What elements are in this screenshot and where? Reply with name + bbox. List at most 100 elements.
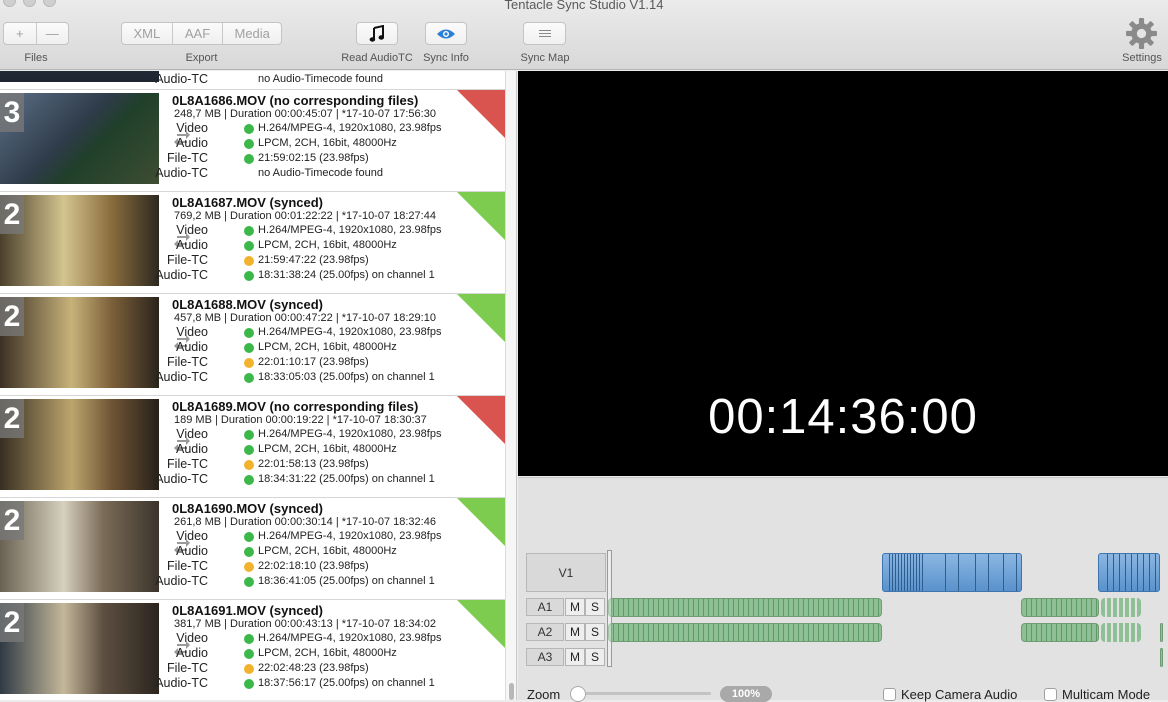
clip-title: 0L8A1688.MOV (synced) <box>172 297 324 312</box>
scrollbar-thumb[interactable] <box>509 683 514 700</box>
clip-meta: 457,8 MB | Duration 00:00:47:22 | *17-10… <box>174 312 436 324</box>
sync-info-button[interactable] <box>425 22 467 45</box>
clip-count-badge: 2 <box>0 501 24 540</box>
files-segmented-control: + — <box>3 22 69 45</box>
track-a1-header[interactable]: A1 <box>526 598 564 616</box>
file-tc-row: File-TC 22:01:58:13 (23.98fps) <box>167 457 369 471</box>
audio-row: Audio LPCM, 2CH, 16bit, 48000Hz <box>176 136 397 150</box>
clip-item-partial[interactable]: Audio-TC no Audio-Timecode found <box>0 71 505 90</box>
timeline-playhead[interactable] <box>607 550 612 667</box>
sync-status-corner <box>457 396 505 444</box>
status-dot <box>244 154 254 164</box>
clip-title: 0L8A1689.MOV (no corresponding files) <box>172 399 419 414</box>
sync-status-corner <box>457 600 505 648</box>
clip-item[interactable]: 2 0L8A1690.MOV (synced) 261,8 MB | Durat… <box>0 498 505 600</box>
export-segmented-control: XML AAF Media <box>121 22 282 45</box>
video-row: Video H.264/MPEG-4, 1920x1080, 23.98fps <box>176 121 442 135</box>
file-tc-row: File-TC 22:02:18:10 (23.98fps) <box>167 559 369 573</box>
clip-item[interactable]: 2 0L8A1687.MOV (synced) 769,2 MB | Durat… <box>0 192 505 294</box>
clip-meta: 769,2 MB | Duration 00:01:22:22 | *17-10… <box>174 210 436 222</box>
remove-file-button[interactable]: — <box>37 23 69 44</box>
files-label: Files <box>24 52 48 64</box>
audio-row: Audio LPCM, 2CH, 16bit, 48000Hz <box>176 238 397 252</box>
status-dot <box>244 460 254 470</box>
clip-count-badge: 2 <box>0 399 24 438</box>
zoom-slider-track[interactable] <box>571 692 711 695</box>
sync-map-button[interactable] <box>523 22 566 45</box>
toolbar: Tentacle Sync Studio V1.14 + — Files XML… <box>0 0 1168 70</box>
sync-map-label: Sync Map <box>520 52 570 64</box>
clip-thumbnail: 2 <box>0 195 159 286</box>
clip-item[interactable]: 2 0L8A1689.MOV (no corresponding files) … <box>0 396 505 498</box>
clip-thumbnail <box>0 71 159 82</box>
track-a1-solo-button[interactable]: S <box>585 598 605 616</box>
track-a2-solo-button[interactable]: S <box>585 623 605 641</box>
export-xml-button[interactable]: XML <box>122 23 173 44</box>
sync-status-corner <box>457 90 505 138</box>
video-row: Video H.264/MPEG-4, 1920x1080, 23.98fps <box>176 325 442 339</box>
track-a2-mute-button[interactable]: M <box>565 623 585 641</box>
track-a3-solo-button[interactable]: S <box>585 648 605 666</box>
sync-status-corner <box>457 498 505 546</box>
audio-tc-row: Audio-TC 18:37:56:17 (25.00fps) on chann… <box>155 676 435 690</box>
clip-title: 0L8A1687.MOV (synced) <box>172 195 324 210</box>
timeline-audio-clip-a2[interactable] <box>608 623 882 642</box>
add-file-button[interactable]: + <box>4 23 37 44</box>
clip-thumbnail: 2 <box>0 501 159 592</box>
video-viewer: 00:14:36:00 <box>518 71 1168 476</box>
file-tc-row: File-TC 22:02:48:23 (23.98fps) <box>167 661 369 675</box>
clip-title: 0L8A1690.MOV (synced) <box>172 501 324 516</box>
status-dot <box>244 664 254 674</box>
export-media-button[interactable]: Media <box>223 23 281 44</box>
clip-meta: 248,7 MB | Duration 00:00:45:07 | *17-10… <box>174 108 436 120</box>
export-label: Export <box>185 52 218 64</box>
sync-status-corner <box>457 192 505 240</box>
audio-tc-row: Audio-TC no Audio-Timecode found <box>155 166 383 180</box>
clip-item[interactable]: 2 0L8A1688.MOV (synced) 457,8 MB | Durat… <box>0 294 505 396</box>
read-audiotc-button[interactable] <box>356 22 398 45</box>
timeline-audio-clip-a3[interactable] <box>1160 648 1163 667</box>
clip-title: 0L8A1686.MOV (no corresponding files) <box>172 93 419 108</box>
multicam-mode-checkbox[interactable] <box>1044 688 1057 701</box>
read-audiotc-label: Read AudioTC <box>341 52 413 64</box>
audio-row: Audio LPCM, 2CH, 16bit, 48000Hz <box>176 646 397 660</box>
clip-count-badge: 2 <box>0 195 24 234</box>
file-tc-row: File-TC 21:59:02:15 (23.98fps) <box>167 151 369 165</box>
music-note-icon <box>369 24 385 42</box>
clip-item[interactable]: 2 0L8A1691.MOV (synced) 381,7 MB | Durat… <box>0 600 505 700</box>
settings-label: Settings <box>1122 52 1162 64</box>
track-a3-mute-button[interactable]: M <box>565 648 585 666</box>
clip-meta: 381,7 MB | Duration 00:00:43:13 | *17-10… <box>174 618 436 630</box>
status-dot <box>244 373 254 383</box>
timeline-audio-clip-a1[interactable] <box>608 598 882 617</box>
keep-camera-audio-checkbox[interactable] <box>883 688 896 701</box>
timeline-video-clip[interactable] <box>882 553 1022 592</box>
audio-row: Audio LPCM, 2CH, 16bit, 48000Hz <box>176 544 397 558</box>
track-a3-header[interactable]: A3 <box>526 648 564 666</box>
track-a1-mute-button[interactable]: M <box>565 598 585 616</box>
status-dot <box>244 169 254 179</box>
status-dot <box>244 241 254 251</box>
list-icon <box>538 29 551 37</box>
timeline-audio-clip-a2[interactable] <box>1021 623 1099 642</box>
status-dot <box>244 649 254 659</box>
gear-icon[interactable] <box>1125 17 1158 50</box>
track-v1-header[interactable]: V1 <box>526 553 606 592</box>
timeline-audio-clip-a2[interactable] <box>1101 623 1141 642</box>
audio-tc-row: Audio-TC 18:36:41:05 (25.00fps) on chann… <box>155 574 435 588</box>
clip-count-badge: 3 <box>0 93 24 132</box>
track-a2-header[interactable]: A2 <box>526 623 564 641</box>
export-aaf-button[interactable]: AAF <box>173 23 224 44</box>
timeline-audio-clip-a1[interactable] <box>1101 598 1141 617</box>
video-row: Video H.264/MPEG-4, 1920x1080, 23.98fps <box>176 631 442 645</box>
sync-status-corner <box>457 294 505 342</box>
status-dot <box>244 256 254 266</box>
timeline-video-clip[interactable] <box>1098 553 1160 592</box>
clip-item[interactable]: 3 0L8A1686.MOV (no corresponding files) … <box>0 90 505 192</box>
status-dot <box>244 475 254 485</box>
clip-list[interactable]: Audio-TC no Audio-Timecode found 3 0L8A1… <box>0 71 505 700</box>
clip-list-scrollbar[interactable] <box>505 71 517 700</box>
timeline-audio-clip-a2[interactable] <box>1160 623 1163 642</box>
timeline-audio-clip-a1[interactable] <box>1021 598 1099 617</box>
status-dot <box>244 343 254 353</box>
